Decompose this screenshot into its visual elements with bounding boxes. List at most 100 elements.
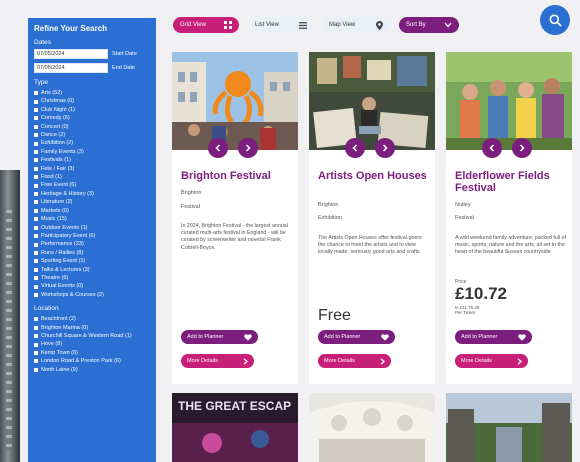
- more-details-button[interactable]: More Details: [318, 354, 391, 368]
- event-card[interactable]: [446, 393, 572, 462]
- checkbox[interactable]: [34, 217, 38, 222]
- checkbox[interactable]: [34, 242, 38, 247]
- type-filter-item[interactable]: Performance (23): [34, 240, 150, 248]
- checkbox[interactable]: [34, 276, 38, 281]
- carousel-prev-button[interactable]: [482, 138, 502, 158]
- type-filter-item[interactable]: Participatory Event (6): [34, 232, 150, 240]
- checkbox[interactable]: [34, 292, 38, 297]
- checkbox[interactable]: [34, 175, 38, 180]
- type-filter-item[interactable]: Christmas (0): [34, 97, 150, 105]
- checkbox[interactable]: [34, 208, 38, 213]
- checkbox[interactable]: [34, 317, 38, 322]
- type-filter-item[interactable]: Arts (52): [34, 89, 150, 97]
- location-filter-label: North Laine (9): [41, 366, 78, 373]
- checkbox[interactable]: [34, 200, 38, 205]
- checkbox[interactable]: [34, 225, 38, 230]
- event-card[interactable]: Elderflower Fields Festival Nutley Festi…: [446, 52, 572, 384]
- checkbox[interactable]: [34, 259, 38, 264]
- type-filter-item[interactable]: Family Events (3): [34, 148, 150, 156]
- event-title[interactable]: Elderflower Fields Festival: [455, 170, 567, 194]
- type-filter-item[interactable]: Workshops & Courses (2): [34, 291, 150, 299]
- sort-by-dropdown[interactable]: Sort By: [399, 17, 459, 33]
- location-filter-item[interactable]: North Laine (9): [34, 366, 150, 374]
- location-filter-item[interactable]: Kemp Town (6): [34, 349, 150, 357]
- checkbox[interactable]: [34, 284, 38, 289]
- type-filter-item[interactable]: Virtual Events (0): [34, 282, 150, 290]
- carousel-prev-button[interactable]: [208, 138, 228, 158]
- type-filter-item[interactable]: Free Event (6): [34, 181, 150, 189]
- search-button[interactable]: [540, 5, 570, 35]
- checkbox[interactable]: [34, 267, 38, 272]
- location-filter-item[interactable]: Hove (8): [34, 340, 150, 348]
- type-filter-item[interactable]: Concert (0): [34, 123, 150, 131]
- checkbox[interactable]: [34, 367, 38, 372]
- event-image-caption: THE GREAT ESCAP: [178, 399, 291, 413]
- event-title[interactable]: Artists Open Houses: [318, 170, 430, 182]
- checkbox[interactable]: [34, 192, 38, 197]
- event-card[interactable]: Artists Open Houses Brighton Exhibition …: [309, 52, 435, 384]
- checkbox[interactable]: [34, 234, 38, 239]
- add-to-planner-button[interactable]: Add to Planner: [318, 330, 395, 344]
- type-filter-item[interactable]: Talks & Lectures (3): [34, 266, 150, 274]
- type-filter-item[interactable]: Dance (2): [34, 131, 150, 139]
- carousel-prev-button[interactable]: [345, 138, 365, 158]
- type-filter-item[interactable]: Sporting Event (1): [34, 257, 150, 265]
- carousel-next-button[interactable]: [375, 138, 395, 158]
- checkbox[interactable]: [34, 116, 38, 121]
- checkbox[interactable]: [34, 150, 38, 155]
- location-filter-item[interactable]: Churchill Square & Western Road (1): [34, 332, 150, 340]
- type-filter-item[interactable]: Music (15): [34, 215, 150, 223]
- list-view-button[interactable]: List View: [248, 17, 314, 33]
- type-filter-item[interactable]: Exhibition (2): [34, 139, 150, 147]
- checkbox[interactable]: [34, 342, 38, 347]
- grid-view-button[interactable]: Grid View: [173, 17, 239, 33]
- event-title[interactable]: Brighton Festival: [181, 170, 293, 182]
- checkbox[interactable]: [34, 325, 38, 330]
- type-filter-item[interactable]: Fete / Fair (3): [34, 165, 150, 173]
- add-to-planner-button[interactable]: Add to Planner: [181, 330, 258, 344]
- checkbox[interactable]: [34, 166, 38, 171]
- checkbox[interactable]: [34, 183, 38, 188]
- checkbox[interactable]: [34, 158, 38, 163]
- checkbox[interactable]: [34, 350, 38, 355]
- type-filter-item[interactable]: Markets (0): [34, 207, 150, 215]
- list-view-label: List View: [255, 22, 279, 28]
- checkbox[interactable]: [34, 359, 38, 364]
- checkbox[interactable]: [34, 99, 38, 104]
- more-details-button[interactable]: More Details: [455, 354, 528, 368]
- start-date-row: 07/05/2024 Start Date: [34, 49, 150, 59]
- event-card[interactable]: Brighton Festival Brighton Festival In 2…: [172, 52, 298, 384]
- checkbox[interactable]: [34, 333, 38, 338]
- type-filter-label: Theatre (6): [41, 274, 69, 281]
- type-filter-item[interactable]: Theatre (6): [34, 274, 150, 282]
- checkbox[interactable]: [34, 141, 38, 146]
- event-card[interactable]: [309, 393, 435, 462]
- type-filter-item[interactable]: Outdoor Events (1): [34, 224, 150, 232]
- checkbox[interactable]: [34, 124, 38, 129]
- type-filter-label: Outdoor Events (1): [41, 224, 88, 231]
- type-filter-item[interactable]: Heritage & History (3): [34, 190, 150, 198]
- location-filter-item[interactable]: Beachfront (2): [34, 315, 150, 323]
- map-view-button[interactable]: Map View: [322, 17, 390, 33]
- carousel-next-button[interactable]: [238, 138, 258, 158]
- start-date-input[interactable]: 07/05/2024: [34, 49, 108, 59]
- checkbox[interactable]: [34, 133, 38, 138]
- type-filter-label: Heritage & History (3): [41, 190, 94, 197]
- location-filter-item[interactable]: London Road & Preston Park (6): [34, 357, 150, 365]
- type-filter-item[interactable]: Festivals (1): [34, 156, 150, 164]
- type-filter-item[interactable]: Food (1): [34, 173, 150, 181]
- carousel-next-button[interactable]: [512, 138, 532, 158]
- type-filter-item[interactable]: Club Night (1): [34, 106, 150, 114]
- type-filter-item[interactable]: Comedy (6): [34, 114, 150, 122]
- checkbox[interactable]: [34, 91, 38, 96]
- add-to-planner-button[interactable]: Add to Planner: [455, 330, 532, 344]
- event-card[interactable]: THE GREAT ESCAP: [172, 393, 298, 462]
- location-filter-item[interactable]: Brighton Marina (0): [34, 324, 150, 332]
- add-to-planner-label: Add to Planner: [187, 334, 224, 340]
- end-date-input[interactable]: 07/05/2024: [34, 63, 108, 73]
- checkbox[interactable]: [34, 250, 38, 255]
- type-filter-item[interactable]: Literature (2): [34, 198, 150, 206]
- type-filter-item[interactable]: Runs / Rallies (8): [34, 249, 150, 257]
- more-details-button[interactable]: More Details: [181, 354, 254, 368]
- checkbox[interactable]: [34, 108, 38, 113]
